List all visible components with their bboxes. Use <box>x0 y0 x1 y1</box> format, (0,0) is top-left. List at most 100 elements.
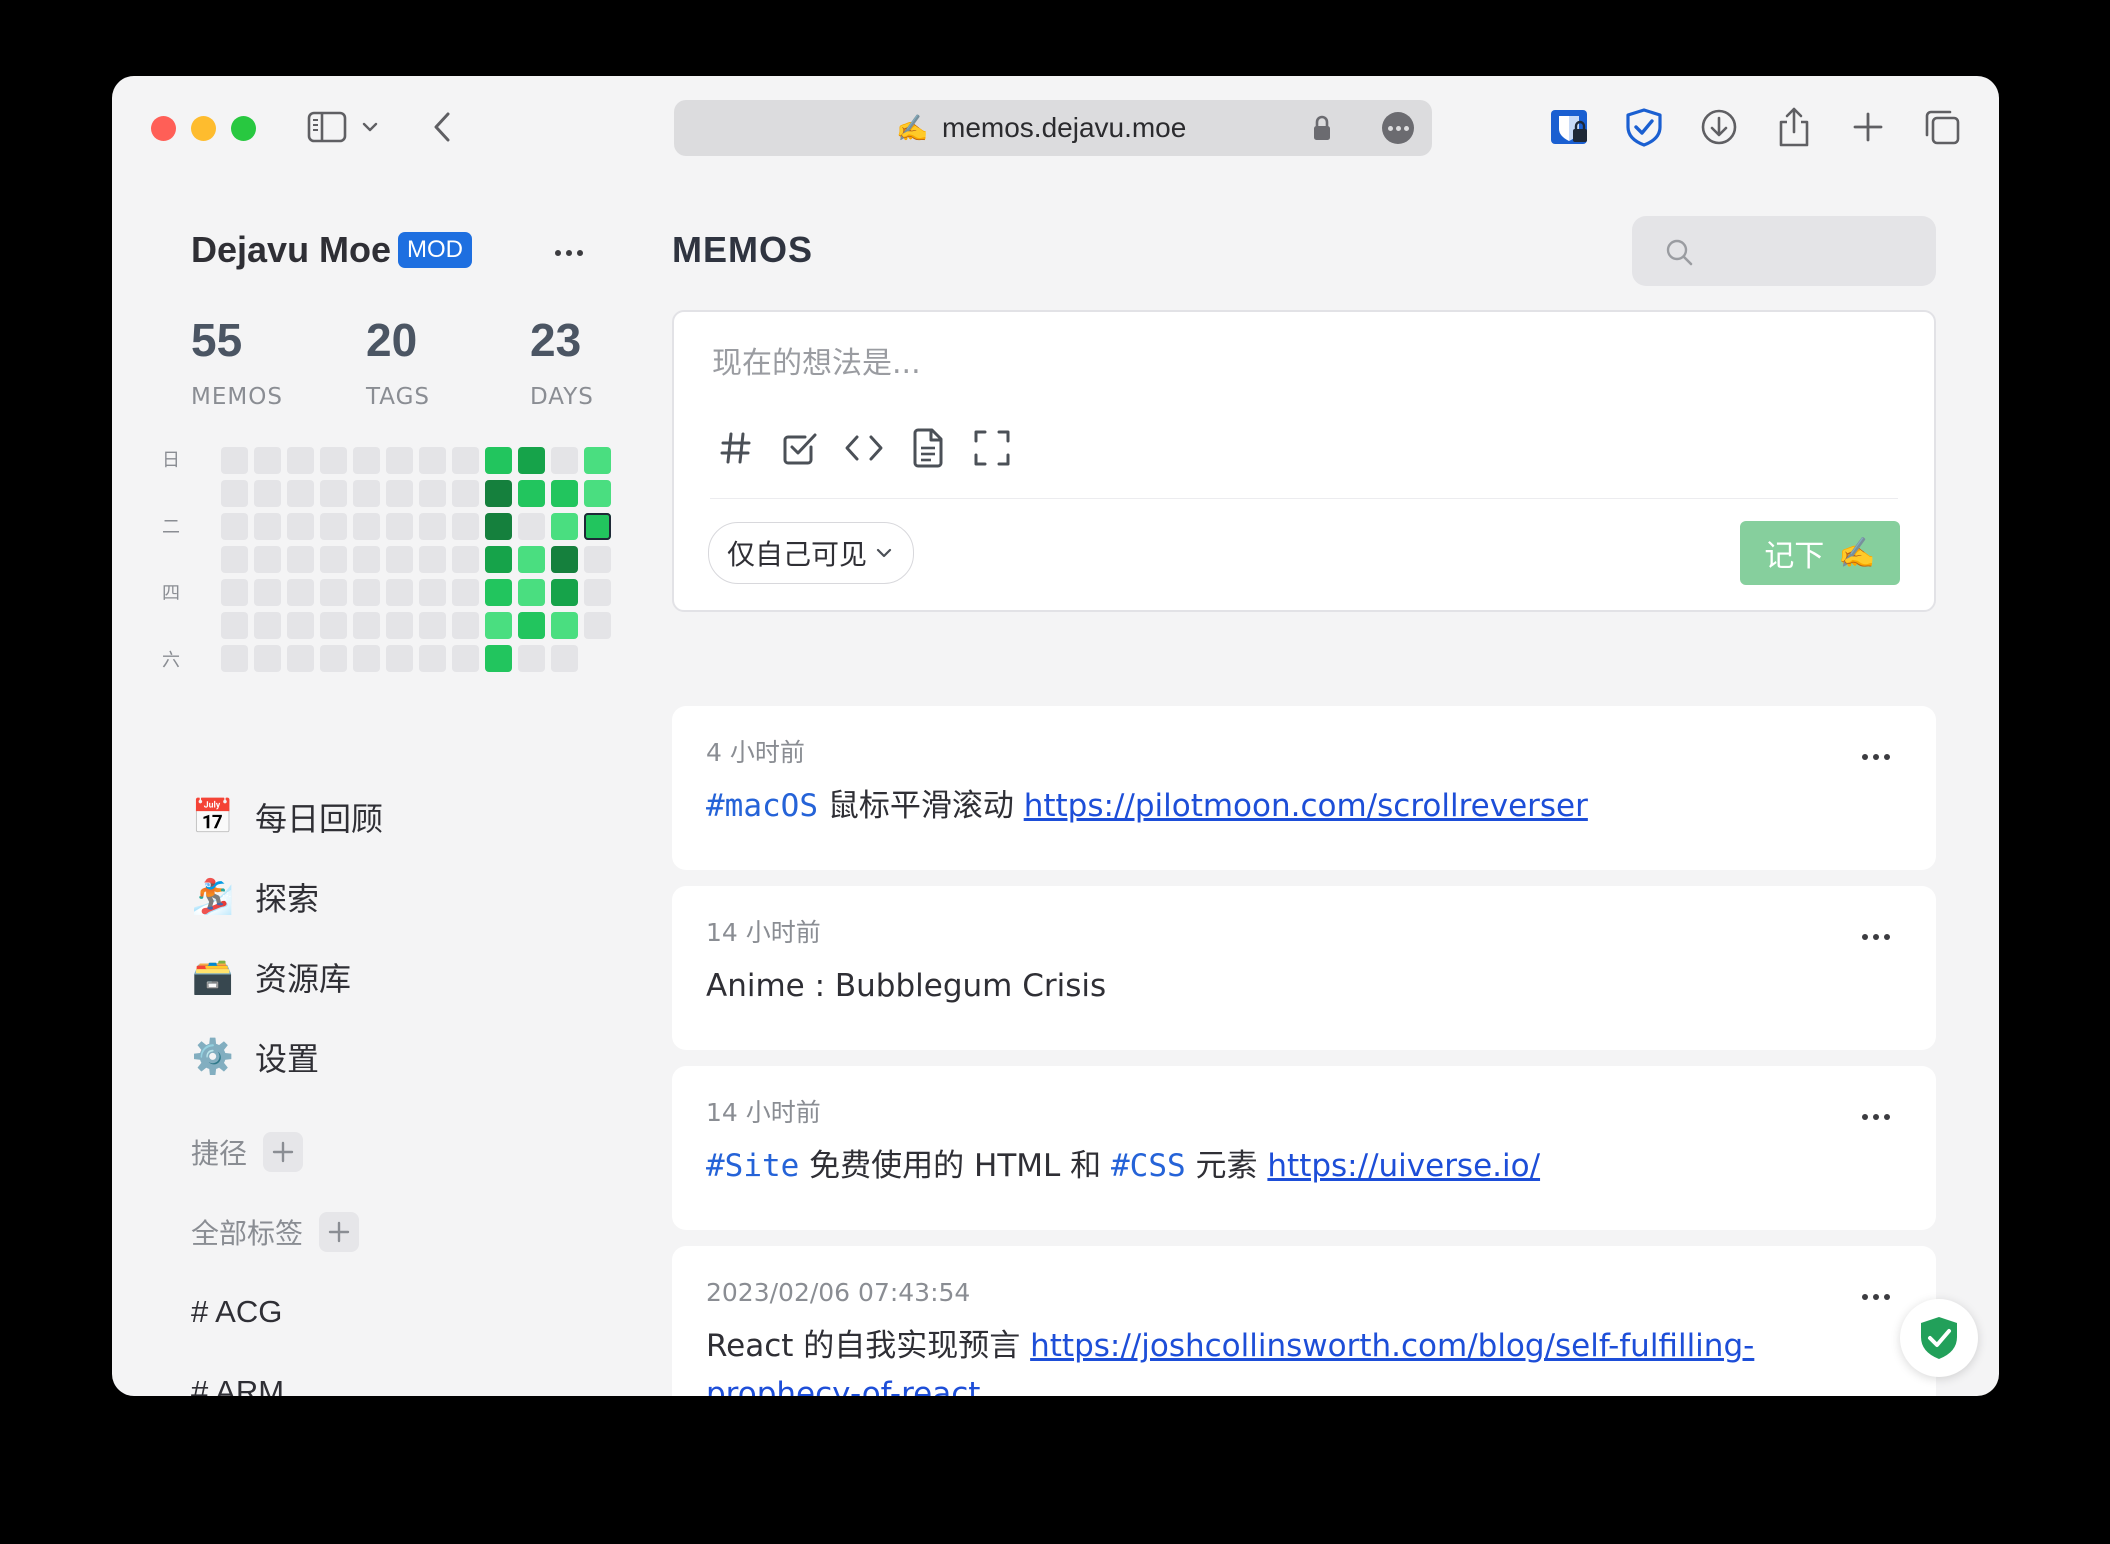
heatmap-cell[interactable] <box>452 579 479 606</box>
heatmap-cell[interactable] <box>287 645 314 672</box>
heatmap-cell[interactable] <box>551 546 578 573</box>
heatmap-cell[interactable] <box>584 546 611 573</box>
heatmap-cell[interactable] <box>287 579 314 606</box>
heatmap-cell[interactable] <box>320 546 347 573</box>
heatmap-cell[interactable] <box>419 480 446 507</box>
heatmap-cell[interactable] <box>485 447 512 474</box>
heatmap-cell[interactable] <box>551 480 578 507</box>
heatmap-cell[interactable] <box>254 447 281 474</box>
heatmap-cell[interactable] <box>320 513 347 540</box>
heatmap-cell[interactable] <box>419 645 446 672</box>
heatmap-cell[interactable] <box>485 579 512 606</box>
add-tag-button[interactable] <box>319 1212 360 1252</box>
heatmap-cell[interactable] <box>353 645 380 672</box>
nav-daily-review[interactable]: 📅 每日回顾 <box>191 789 383 845</box>
tabs-overview-icon[interactable] <box>1917 102 1967 152</box>
memo-link[interactable]: https://pilotmoon.com/scrollreverser <box>1024 788 1588 824</box>
heatmap-cell[interactable] <box>551 612 578 639</box>
heatmap-cell[interactable] <box>452 447 479 474</box>
heatmap-cell[interactable] <box>287 612 314 639</box>
heatmap-cell[interactable] <box>386 579 413 606</box>
nav-explore[interactable]: 🏂 探索 <box>191 869 319 925</box>
search-input[interactable] <box>1632 216 1936 286</box>
heatmap-cell[interactable] <box>452 645 479 672</box>
heatmap-cell[interactable] <box>485 480 512 507</box>
heatmap-cell[interactable] <box>254 546 281 573</box>
heatmap-cell[interactable] <box>320 612 347 639</box>
heatmap-cell[interactable] <box>419 447 446 474</box>
heatmap-cell[interactable] <box>485 513 512 540</box>
heatmap-cell[interactable] <box>287 513 314 540</box>
close-window-button[interactable] <box>151 116 176 141</box>
heatmap-cell[interactable] <box>452 612 479 639</box>
heatmap-cell[interactable] <box>353 579 380 606</box>
share-icon[interactable] <box>1769 102 1819 152</box>
heatmap-cell[interactable] <box>254 513 281 540</box>
chevron-down-icon[interactable] <box>355 102 385 152</box>
heatmap-cell[interactable] <box>320 645 347 672</box>
heatmap-cell[interactable] <box>485 645 512 672</box>
user-more-icon[interactable] <box>555 250 583 256</box>
heatmap-cell[interactable] <box>518 480 545 507</box>
heatmap-cell[interactable] <box>518 447 545 474</box>
heatmap-cell[interactable] <box>518 579 545 606</box>
heatmap-cell[interactable] <box>419 513 446 540</box>
heatmap-cell[interactable] <box>221 612 248 639</box>
heatmap-cell[interactable] <box>419 546 446 573</box>
heatmap-cell[interactable] <box>386 513 413 540</box>
heatmap-cell[interactable] <box>584 579 611 606</box>
memo-more-icon[interactable] <box>1862 754 1890 760</box>
memo-link[interactable]: https://uiverse.io/ <box>1267 1148 1540 1184</box>
zoom-window-button[interactable] <box>231 116 256 141</box>
heatmap-cell[interactable] <box>386 546 413 573</box>
heatmap-cell[interactable] <box>386 645 413 672</box>
shield-check-icon[interactable] <box>1900 1299 1978 1377</box>
user-name[interactable]: Dejavu Moe <box>191 228 391 272</box>
sidebar-icon[interactable] <box>302 102 352 152</box>
nav-settings[interactable]: ⚙️ 设置 <box>191 1029 319 1085</box>
heatmap-cell[interactable] <box>287 480 314 507</box>
nav-resources[interactable]: 🗃️ 资源库 <box>191 949 351 1005</box>
memo-more-icon[interactable] <box>1862 934 1890 940</box>
heatmap-cell[interactable] <box>353 447 380 474</box>
tag-item[interactable]: # ACG <box>191 1290 282 1334</box>
shield-icon[interactable] <box>1619 102 1669 152</box>
heatmap-cell[interactable] <box>551 447 578 474</box>
memo-more-icon[interactable] <box>1862 1114 1890 1120</box>
heatmap-cell[interactable] <box>386 480 413 507</box>
address-bar[interactable]: ✍️ memos.dejavu.moe <box>674 100 1432 156</box>
heatmap-cell[interactable] <box>452 480 479 507</box>
memo-tag[interactable]: #macOS <box>706 788 818 824</box>
heatmap-cell[interactable] <box>221 447 248 474</box>
heatmap-cell[interactable] <box>221 645 248 672</box>
back-icon[interactable] <box>417 102 467 152</box>
heatmap-cell[interactable] <box>518 645 545 672</box>
heatmap-cell[interactable] <box>254 480 281 507</box>
heatmap-cell[interactable] <box>584 513 611 540</box>
heatmap-cell[interactable] <box>221 513 248 540</box>
checkbox-icon[interactable] <box>776 424 824 472</box>
save-memo-button[interactable]: 记下 ✍️ <box>1740 521 1900 585</box>
hash-icon[interactable] <box>712 424 760 472</box>
heatmap-cell[interactable] <box>353 513 380 540</box>
heatmap-cell[interactable] <box>353 612 380 639</box>
fullscreen-icon[interactable] <box>968 424 1016 472</box>
code-icon[interactable] <box>840 424 888 472</box>
page-menu-icon[interactable] <box>1382 112 1414 144</box>
visibility-select[interactable]: 仅自己可见 <box>708 522 915 584</box>
heatmap-cell[interactable] <box>485 612 512 639</box>
tag-item[interactable]: # ARM <box>191 1370 284 1396</box>
heatmap-cell[interactable] <box>221 579 248 606</box>
memo-more-icon[interactable] <box>1862 1294 1890 1300</box>
heatmap-cell[interactable] <box>419 612 446 639</box>
heatmap-cell[interactable] <box>221 546 248 573</box>
heatmap-cell[interactable] <box>452 513 479 540</box>
memo-tag[interactable]: #Site <box>706 1148 799 1184</box>
heatmap-cell[interactable] <box>518 513 545 540</box>
heatmap-cell[interactable] <box>353 480 380 507</box>
heatmap-cell[interactable] <box>584 612 611 639</box>
heatmap-cell[interactable] <box>221 480 248 507</box>
download-icon[interactable] <box>1694 102 1744 152</box>
add-shortcut-button[interactable] <box>263 1132 304 1172</box>
heatmap-cell[interactable] <box>419 579 446 606</box>
